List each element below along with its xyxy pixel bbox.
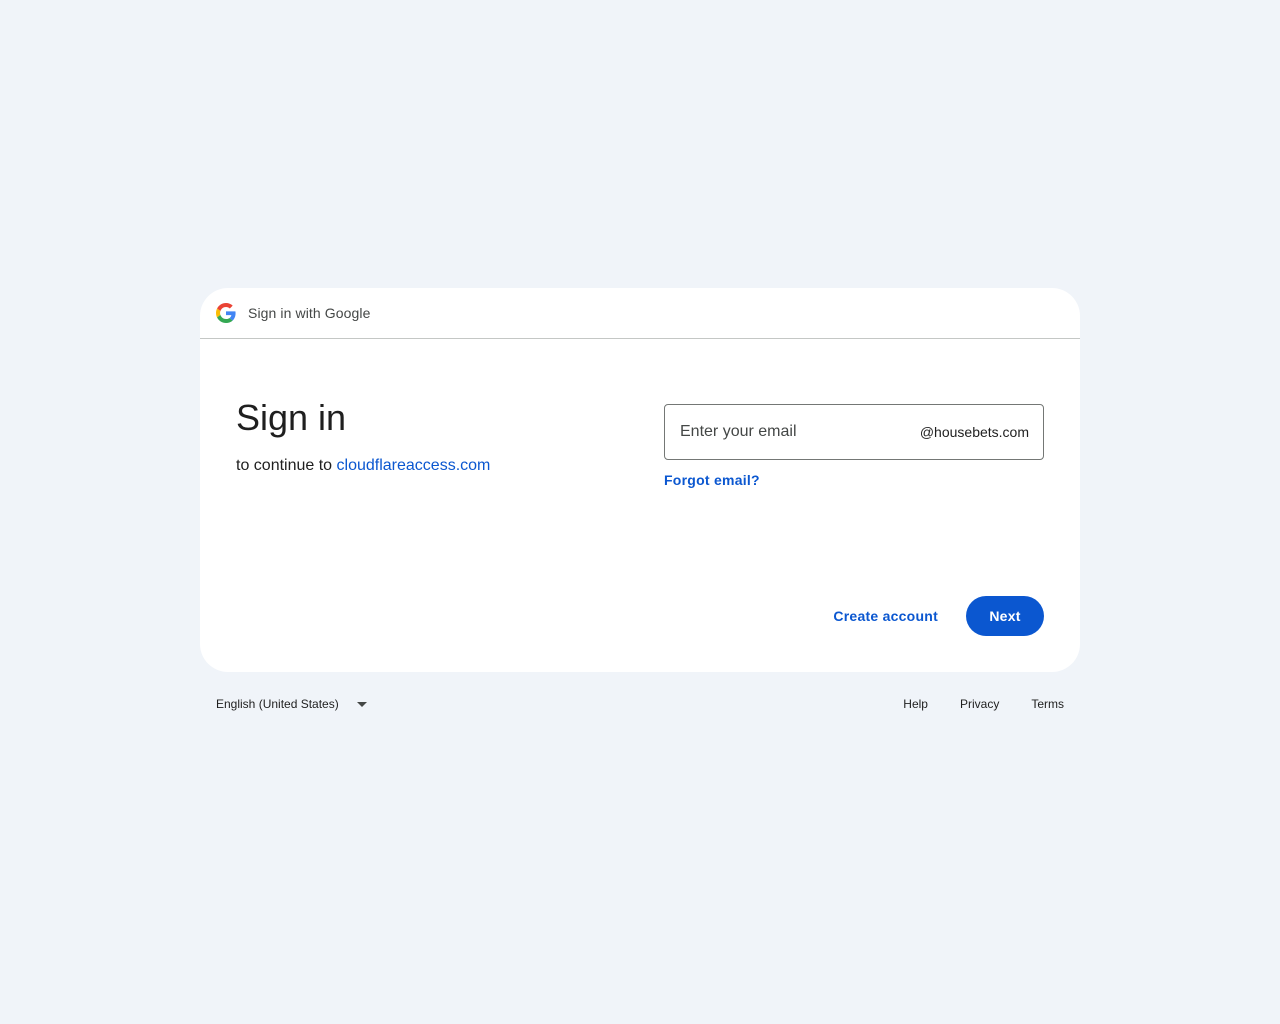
subtitle-prefix: to continue to xyxy=(236,457,337,474)
email-domain-suffix: @housebets.com xyxy=(919,424,1029,440)
page: Sign in with Google Sign in to continue … xyxy=(0,0,1280,1024)
page-title: Sign in xyxy=(236,397,347,438)
form-section: @housebets.com Forgot email? xyxy=(664,404,1044,490)
app-link[interactable]: cloudflareaccess.com xyxy=(337,457,491,474)
actions: Create account Next xyxy=(821,596,1044,636)
terms-link[interactable]: Terms xyxy=(1031,697,1064,711)
footer: English (United States) Help Privacy Ter… xyxy=(200,688,1080,720)
email-field[interactable] xyxy=(665,404,920,460)
next-button[interactable]: Next xyxy=(966,596,1044,636)
help-link[interactable]: Help xyxy=(903,697,928,711)
create-account-button[interactable]: Create account xyxy=(821,598,950,634)
google-g-icon xyxy=(216,303,236,323)
card-header: Sign in with Google xyxy=(200,288,1080,339)
email-field-container: @housebets.com xyxy=(664,404,1044,460)
forgot-email-link[interactable]: Forgot email? xyxy=(664,472,760,488)
caret-down-icon xyxy=(356,702,367,707)
sign-in-card: Sign in with Google Sign in to continue … xyxy=(200,288,1080,672)
header-title: Sign in with Google xyxy=(248,305,371,321)
title-section: Sign in to continue to cloudflareaccess.… xyxy=(236,396,636,478)
subtitle: to continue to cloudflareaccess.com xyxy=(236,454,636,478)
footer-links: Help Privacy Terms xyxy=(871,697,1080,711)
language-label: English (United States) xyxy=(216,697,339,711)
privacy-link[interactable]: Privacy xyxy=(960,697,999,711)
language-select[interactable]: English (United States) xyxy=(200,697,367,711)
